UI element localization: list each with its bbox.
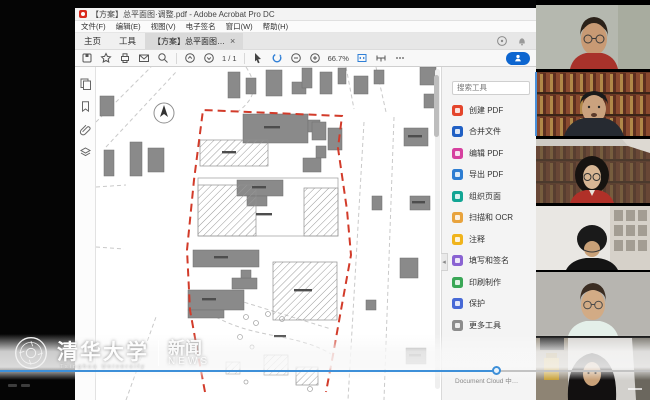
acrobat-app-icon xyxy=(79,10,87,18)
document-tab[interactable]: 【方案】总平面图… × xyxy=(145,33,243,49)
tool-comment[interactable]: 注释 xyxy=(452,233,530,245)
edit-pdf-icon xyxy=(452,148,463,159)
menu-file[interactable]: 文件(F) xyxy=(81,21,106,32)
more-tools-icon xyxy=(452,320,463,331)
toolbar-divider xyxy=(244,53,245,64)
watermark-divider xyxy=(158,340,159,366)
menu-esign[interactable]: 电子签名 xyxy=(186,21,216,32)
attachments-paperclip-icon[interactable] xyxy=(79,123,92,136)
fill-sign-icon xyxy=(452,255,463,266)
page-indicator: 1 / 1 xyxy=(222,54,237,63)
tabrow-right-icons xyxy=(488,33,536,49)
menu-bar: 文件(F) 编辑(E) 视图(V) 电子签名 窗口(W) 帮助(H) xyxy=(75,21,536,33)
tool-scan-ocr[interactable]: 扫描和 OCR xyxy=(452,212,530,224)
participant-video-2[interactable] xyxy=(536,72,650,136)
zoom-level-value[interactable]: 66.7% xyxy=(328,54,349,63)
participant-video-3[interactable] xyxy=(536,139,650,203)
measure-tool-icon[interactable] xyxy=(375,52,387,64)
window-titlebar: 【方案】总平面图·调整.pdf - Adobe Acrobat Pro DC xyxy=(75,8,536,21)
tab-tools[interactable]: 工具 xyxy=(110,33,145,49)
active-speaker-indicator xyxy=(535,72,537,136)
participant-video-5[interactable] xyxy=(536,272,650,336)
tool-organize-pages[interactable]: 组织页面 xyxy=(452,190,530,202)
close-tab-icon[interactable]: × xyxy=(230,36,235,46)
zoom-in-icon[interactable] xyxy=(309,52,321,64)
fit-width-icon[interactable] xyxy=(356,52,368,64)
tsinghua-emblem-icon xyxy=(14,336,48,370)
save-icon[interactable] xyxy=(81,52,93,64)
print-production-icon xyxy=(452,277,463,288)
help-icon[interactable] xyxy=(496,35,508,47)
menu-edit[interactable]: 编辑(E) xyxy=(116,21,141,32)
tool-edit-pdf[interactable]: 编辑 PDF xyxy=(452,147,530,159)
video-progress-bar[interactable] xyxy=(0,370,650,372)
protect-icon xyxy=(452,298,463,309)
share-person-button[interactable] xyxy=(506,52,530,65)
progress-played xyxy=(0,370,497,372)
tab-spacer xyxy=(243,33,488,49)
news-label: 新闻 xyxy=(168,340,202,357)
document-cloud-status: Document Cloud 中… xyxy=(455,375,518,385)
participant-video-4[interactable] xyxy=(536,206,650,270)
email-icon[interactable] xyxy=(138,52,150,64)
menu-view[interactable]: 视图(V) xyxy=(151,21,176,32)
tool-fill-sign[interactable]: 填写和签名 xyxy=(452,255,530,267)
tool-list: 创建 PDF 合并文件 编辑 PDF 导出 PDF 组织页面 扫描和 OCR 注… xyxy=(452,104,530,331)
document-tab-label: 【方案】总平面图… xyxy=(153,36,225,47)
search-icon[interactable] xyxy=(157,52,169,64)
news-watermark: 清华大学 Tsinghua University 新闻 NEWS xyxy=(14,336,210,370)
select-tool-icon[interactable] xyxy=(252,52,264,64)
comment-icon xyxy=(452,234,463,245)
create-pdf-icon xyxy=(452,105,463,116)
tool-more-tools[interactable]: 更多工具 xyxy=(452,319,530,331)
tool-protect[interactable]: 保护 xyxy=(452,298,530,310)
notifications-bell-icon[interactable] xyxy=(516,35,528,47)
organize-pages-icon xyxy=(452,191,463,202)
menu-window[interactable]: 窗口(W) xyxy=(226,21,253,32)
star-favorite-icon[interactable] xyxy=(100,52,112,64)
print-icon[interactable] xyxy=(119,52,131,64)
combine-files-icon xyxy=(452,126,463,137)
zoom-out-icon[interactable] xyxy=(290,52,302,64)
corner-caption-smudge xyxy=(8,384,30,387)
participant-video-1[interactable] xyxy=(536,5,650,69)
panel-collapse-icon[interactable]: ◂ xyxy=(441,253,448,271)
tab-home[interactable]: 主页 xyxy=(75,33,110,49)
tools-search-input[interactable] xyxy=(452,81,530,95)
toolbar-divider xyxy=(176,53,177,64)
main-toolbar: 1 / 1 66.7% xyxy=(75,50,536,67)
window-title: 【方案】总平面图·调整.pdf - Adobe Acrobat Pro DC xyxy=(91,9,275,20)
more-options-icon[interactable] xyxy=(394,52,406,64)
layers-icon[interactable] xyxy=(79,146,92,159)
tool-export-pdf[interactable]: 导出 PDF xyxy=(452,169,530,181)
tool-create-pdf[interactable]: 创建 PDF xyxy=(452,104,530,116)
university-name: 清华大学 xyxy=(57,336,149,366)
video-frame: 【方案】总平面图·调整.pdf - Adobe Acrobat Pro DC 文… xyxy=(0,0,650,400)
previous-page-icon[interactable] xyxy=(184,52,196,64)
menu-help[interactable]: 帮助(H) xyxy=(263,21,288,32)
person-icon xyxy=(513,53,523,63)
tool-print-production[interactable]: 印刷制作 xyxy=(452,276,530,288)
hand-pan-icon[interactable] xyxy=(271,52,283,64)
export-pdf-icon xyxy=(452,169,463,180)
bookmarks-icon[interactable] xyxy=(79,100,92,113)
scrollbar-thumb[interactable] xyxy=(434,75,439,137)
news-label-en: NEWS xyxy=(168,357,210,367)
page-thumbnails-icon[interactable] xyxy=(79,77,92,90)
tab-row: 主页 工具 【方案】总平面图… × xyxy=(75,33,536,50)
tool-combine-files[interactable]: 合并文件 xyxy=(452,126,530,138)
scan-ocr-icon xyxy=(452,212,463,223)
next-page-icon[interactable] xyxy=(203,52,215,64)
